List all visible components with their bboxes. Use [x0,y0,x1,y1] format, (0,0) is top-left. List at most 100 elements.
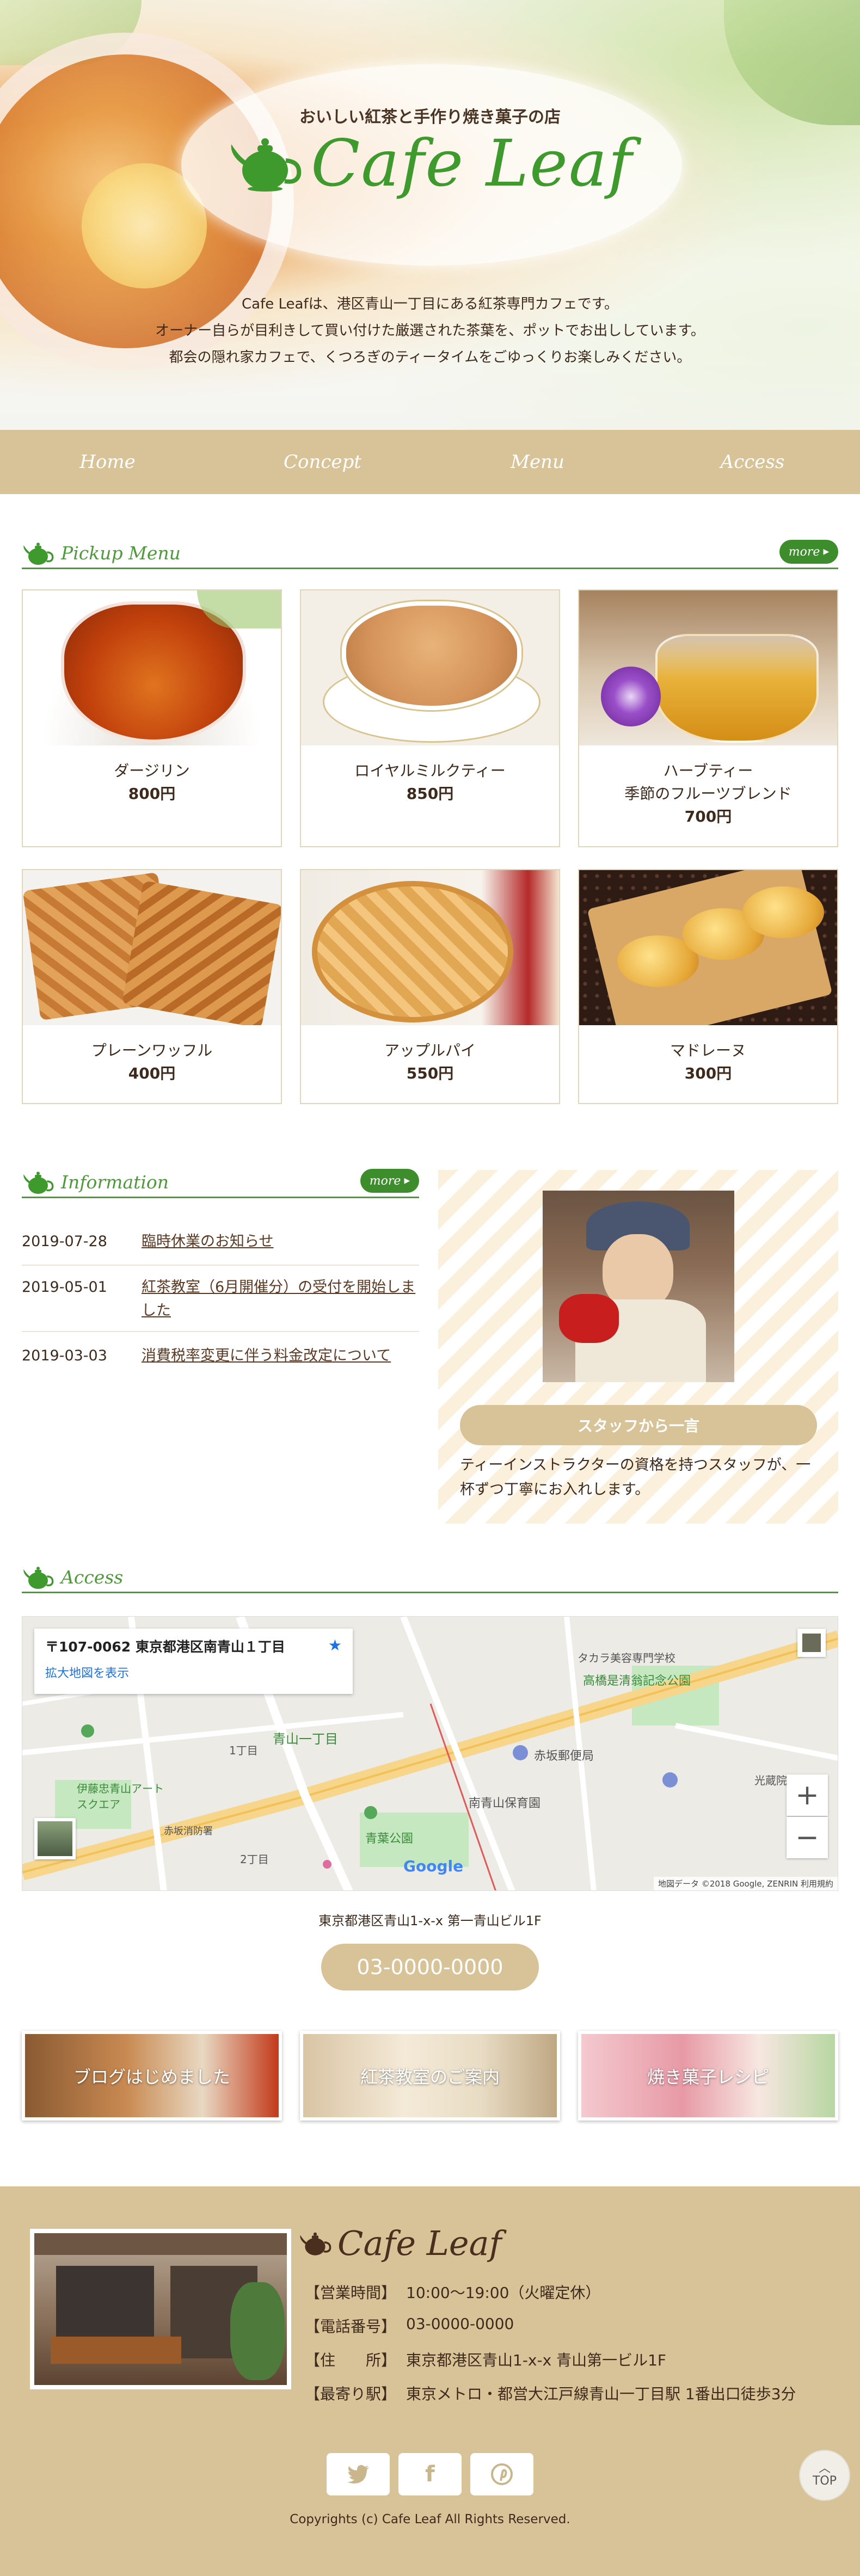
hero-desc-line: オーナー自らが目利きして買い付けた厳選された茶葉を、ポットでお出ししています。 [155,323,705,339]
pickup-more-button[interactable]: more ▶ [779,540,838,564]
facebook-icon: f [425,2462,435,2487]
menu-card-apple-pie[interactable]: アップルパイ 550円 [300,869,560,1104]
plain-waffle-image [23,870,281,1025]
nav-home[interactable]: Home [0,430,215,494]
section-title: Pickup Menu [61,543,181,564]
menu-item-subname: 季節のフルーツブレンド [624,785,792,803]
menu-item-price: 300円 [684,1064,732,1082]
map-place-address: 〒107-0062 東京都港区南青山１丁目 [45,1639,285,1655]
banner-recipe[interactable]: 焼き菓子レシピ [578,2031,838,2121]
chevron-up-icon: ︿ [818,2461,831,2475]
news-date: 2019-03-03 [22,1347,107,1364]
map-label: タカラ美容専門学校 [578,1651,675,1665]
site-logo[interactable]: Cafe Leaf [223,122,637,204]
banner-tea-class[interactable]: 紅茶教室のご案内 [300,2031,560,2121]
map-label: 青葉公園 [365,1832,414,1846]
footer-info-row: 【営業時間】 10:00〜19:00（火曜定休） [305,2281,600,2303]
map-label: 2丁目 [240,1853,269,1866]
twitter-button[interactable] [327,2453,390,2495]
more-label: more [788,545,820,559]
royal-milk-tea-image [301,590,559,745]
menu-card-herb-tea[interactable]: ハーブティー 季節のフルーツブレンド 700円 [578,589,838,847]
footer-info-label: 【最寄り駅】 [305,2385,397,2403]
star-icon[interactable]: ★ [328,1636,342,1656]
menu-item-price: 800円 [128,785,176,803]
copyright: Copyrights (c) Cafe Leaf All Rights Rese… [290,2512,570,2526]
arrow-right-icon: ▶ [404,1176,410,1185]
menu-card-plain-waffle[interactable]: プレーンワッフル 400円 [22,869,282,1104]
footer-info-label: 【電話番号】 [305,2318,397,2335]
menu-item-name: ロイヤルミルクティー [354,762,506,780]
banner-label: 紅茶教室のご案内 [360,2066,500,2087]
news-date: 2019-07-28 [22,1233,107,1250]
access-header: Access [22,1563,838,1593]
section-title: Information [61,1172,169,1193]
menu-card-darjeeling[interactable]: ダージリン 800円 [22,589,282,847]
map-credit[interactable]: 地図データ ©2018 Google, ZENRIN 利用規約 [654,1877,838,1890]
google-logo: Google [403,1857,464,1875]
hero-desc-line: 都会の隠れ家カフェで、くつろぎのティータイムをごゆっくりお楽しみください。 [169,349,691,366]
zoom-in-button[interactable]: + [787,1774,828,1816]
google-map[interactable]: 青山一丁目 赤坂郵便局 高橋是清翁記念公園 青葉公園 南青山保育園 伊藤忠青山ア… [22,1616,838,1891]
footer-info-label: 【住 所】 [305,2351,397,2369]
information-more-button[interactable]: more ▶ [360,1169,419,1193]
hero-desc-line: Cafe Leafは、港区青山一丁目にある紅茶専門カフェです。 [241,296,618,312]
pinterest-button[interactable] [470,2453,533,2495]
footer-logo[interactable]: Cafe Leaf [298,2223,502,2263]
darjeeling-image [23,590,281,745]
more-label: more [369,1174,401,1188]
global-nav: Home Concept Menu Access [0,430,860,494]
menu-card-royal-milk-tea[interactable]: ロイヤルミルクティー 850円 [300,589,560,847]
menu-item-name: ダージリン [114,762,190,780]
facebook-button[interactable]: f [398,2453,462,2495]
footer-info-row: 【住 所】 東京都港区青山1-x-x 青山第一ビル1F [305,2349,666,2370]
news-link[interactable]: 臨時休業のお知らせ [142,1230,273,1253]
news-divider [22,1331,419,1332]
footer-logo-text: Cafe Leaf [337,2223,502,2263]
phone-button[interactable]: 03-0000-0000 [321,1944,539,1990]
menu-item-price: 700円 [684,808,732,825]
pinterest-icon [491,2463,513,2485]
teapot-icon [23,542,54,565]
menu-card-madeleine[interactable]: マドレーヌ 300円 [578,869,838,1104]
map-enlarge-link[interactable]: 拡大地図を表示 [45,1663,342,1681]
banner-blog[interactable]: ブログはじめました [22,2031,282,2121]
zoom-out-button[interactable]: − [787,1817,828,1858]
news-link[interactable]: 消費税率変更に伴う料金改定について [142,1344,391,1367]
teapot-icon [300,2232,331,2255]
access-address: 東京都港区青山1-x-x 第一青山ビル1F [318,1913,542,1928]
footer-info-value: 東京都港区青山1-x-x 青山第一ビル1F [406,2351,666,2369]
map-label: 1丁目 [229,1744,258,1757]
banner-label: ブログはじめました [73,2066,230,2087]
nav-access[interactable]: Access [645,430,860,494]
map-label: 高橋是清翁記念公園 [583,1674,691,1688]
footer-info-value: 東京メトロ・都営大江戸線青山一丁目駅 1番出口徒歩3分 [406,2385,796,2403]
back-to-top-button[interactable]: ︿ TOP [799,2450,850,2501]
menu-item-price: 550円 [406,1064,454,1082]
nav-menu[interactable]: Menu [430,430,645,494]
news-link[interactable]: 紅茶教室（6月開催分）の受付を開始しました [142,1275,419,1322]
menu-item-name: ハーブティー [663,762,753,780]
nav-concept[interactable]: Concept [215,430,430,494]
pickup-menu-header: Pickup Menu more ▶ [22,539,838,569]
news-item: 2019-03-03 消費税率変更に伴う料金改定について [22,1344,419,1367]
news-item: 2019-05-01 紅茶教室（6月開催分）の受付を開始しました [22,1275,419,1322]
footer-info-value: 10:00〜19:00（火曜定休） [406,2284,601,2302]
section-title: Access [61,1567,124,1588]
top-label: TOP [812,2474,837,2488]
fullscreen-icon[interactable] [797,1629,826,1657]
map-label: 光蔵院 [754,1774,787,1787]
staff-comment-text: ティーインストラクターの資格を持つスタッフが、一杯ずつ丁寧にお入れします。 [460,1457,811,1498]
banner-label: 焼き菓子レシピ [647,2066,769,2087]
staff-comment-box: スタッフから一言 ティーインストラクターの資格を持つスタッフが、一杯ずつ丁寧にお… [438,1170,838,1524]
staff-comment-button[interactable]: スタッフから一言 [460,1405,817,1445]
footer-info-label: 【営業時間】 [305,2284,397,2302]
teapot-icon [23,1566,54,1589]
menu-item-price: 850円 [406,785,454,803]
hero-description: Cafe Leafは、港区青山一丁目にある紅茶専門カフェです。 オーナー自らが目… [0,291,860,371]
map-label: 伊藤忠青山アートスクエア [77,1782,164,1811]
streetview-thumbnail[interactable] [34,1818,76,1859]
footer-info-value: 03-0000-0000 [406,2315,514,2333]
map-label: 南青山保育園 [469,1797,541,1810]
news-date: 2019-05-01 [22,1279,107,1296]
